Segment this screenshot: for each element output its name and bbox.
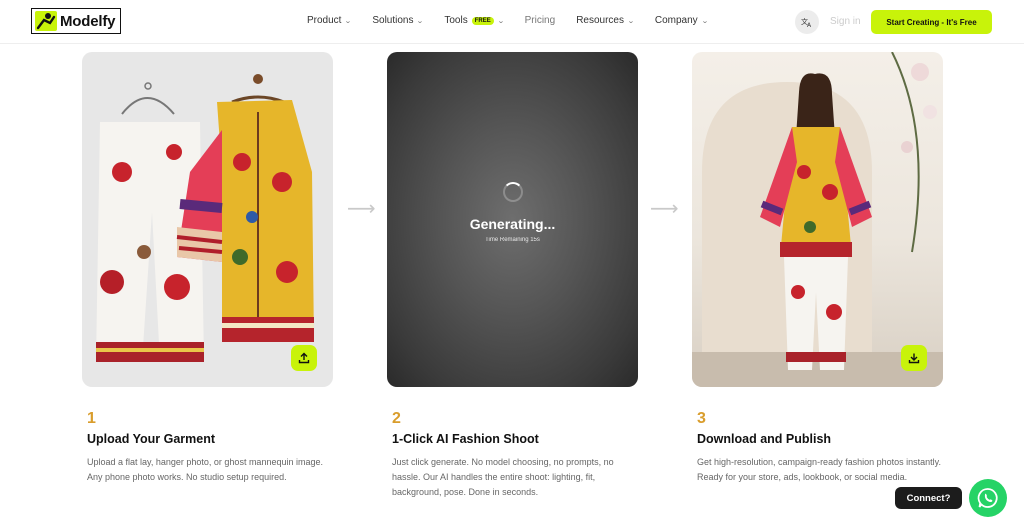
step-upload: 1 Upload Your Garment Upload a flat lay,… (87, 410, 337, 485)
generating-card: Generating... Time Remaining 15s (387, 52, 638, 387)
nav-solutions[interactable]: Solutions ⌄ (372, 15, 425, 26)
nav-tools-label: Tools (444, 15, 468, 26)
step-number: 2 (392, 410, 401, 427)
download-icon (908, 353, 920, 364)
nav-menu: Product ⌄ Solutions ⌄ Tools FREE ⌄ Prici… (307, 15, 729, 26)
free-badge: FREE (471, 16, 494, 25)
step-number: 1 (87, 410, 96, 427)
model-illustration (692, 52, 943, 387)
step-download: 3 Download and Publish Get high-resoluti… (697, 410, 947, 485)
top-nav: Modelfy Product ⌄ Solutions ⌄ Tools FREE… (0, 0, 1024, 44)
chevron-down-icon: ⌄ (416, 17, 425, 25)
upload-button[interactable] (291, 345, 317, 371)
step-title: Download and Publish (697, 432, 832, 446)
download-button[interactable] (901, 345, 927, 371)
nav-tools[interactable]: Tools FREE ⌄ (444, 15, 505, 26)
nav-company-label: Company (654, 15, 698, 26)
nav-company[interactable]: Company ⌄ (654, 15, 709, 26)
time-remaining: Time Remaining 15s (485, 237, 540, 243)
step-description: Get high-resolution, campaign-ready fash… (697, 457, 941, 482)
logo-icon (35, 11, 57, 31)
step-description: Upload a flat lay, hanger photo, or ghos… (87, 457, 323, 482)
chevron-down-icon: ⌄ (496, 17, 505, 25)
nav-product[interactable]: Product ⌄ (307, 15, 353, 26)
result-image-card (692, 52, 943, 387)
chevron-down-icon: ⌄ (627, 17, 635, 25)
nav-solutions-label: Solutions (372, 15, 414, 26)
start-creating-button[interactable]: Start Creating - It's Free (871, 10, 992, 34)
chevron-down-icon: ⌄ (344, 17, 353, 25)
arrow-right-icon: ⟶ (347, 198, 376, 220)
garment-illustration (96, 74, 314, 362)
step-number: 3 (697, 410, 706, 427)
nav-product-label: Product (307, 15, 342, 26)
step-title: Upload Your Garment (87, 432, 216, 446)
whatsapp-icon (977, 488, 998, 508)
whatsapp-button[interactable] (969, 479, 1007, 517)
brand-name: Modelfy (60, 12, 116, 30)
loading-spinner-icon (502, 182, 523, 202)
generating-title: Generating... (469, 216, 556, 232)
nav-resources[interactable]: Resources ⌄ (576, 15, 635, 26)
nav-pricing-label: Pricing (524, 15, 556, 26)
upload-icon (298, 352, 310, 364)
arrow-right-icon: ⟶ (650, 198, 679, 220)
connect-chat-label[interactable]: Connect? (895, 487, 962, 509)
brand-logo[interactable]: Modelfy (31, 8, 121, 34)
translate-icon[interactable]: 文A (795, 10, 819, 34)
nav-pricing[interactable]: Pricing (525, 15, 556, 26)
garment-image-card (82, 52, 333, 387)
svg-text:A: A (807, 22, 812, 28)
generating-overlay: Generating... Time Remaining 15s (387, 182, 638, 243)
step-generate: 2 1-Click AI Fashion Shoot Just click ge… (392, 410, 642, 500)
sign-in-link[interactable]: Sign in (830, 16, 861, 27)
nav-resources-label: Resources (576, 15, 624, 26)
step-title: 1-Click AI Fashion Shoot (392, 432, 539, 446)
step-description: Just click generate. No model choosing, … (392, 457, 614, 497)
chevron-down-icon: ⌄ (700, 17, 709, 25)
